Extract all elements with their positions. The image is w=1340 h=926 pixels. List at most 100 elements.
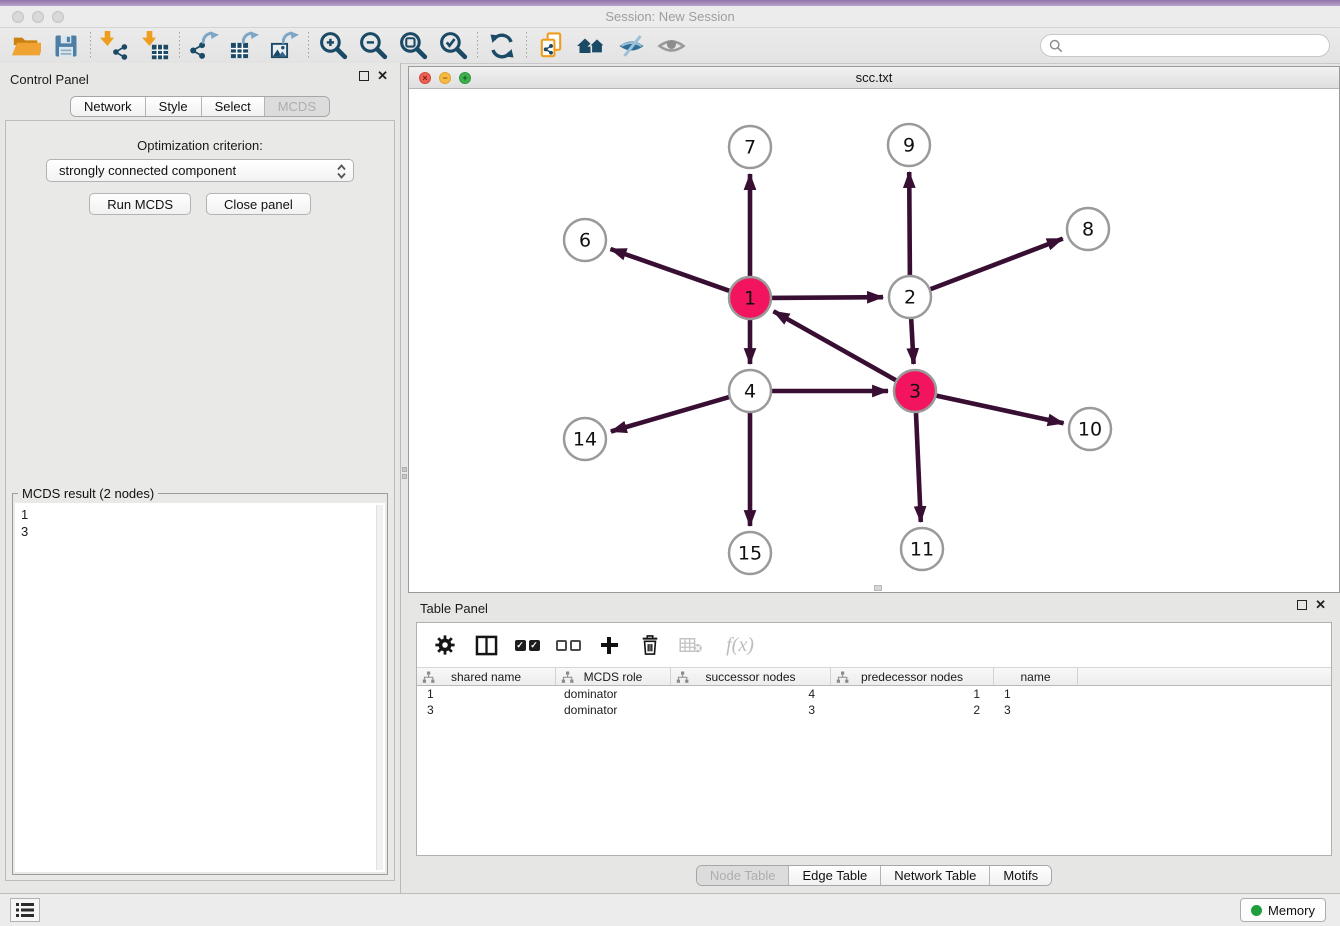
edge-1-6[interactable] <box>611 249 732 291</box>
first-neighbors-button[interactable] <box>571 30 611 62</box>
edge-3-1[interactable] <box>774 311 898 381</box>
graph-node-3[interactable]: 3 <box>894 370 936 412</box>
graph-node-7[interactable]: 7 <box>729 126 771 168</box>
graph-node-4[interactable]: 4 <box>729 370 771 412</box>
delete-column-button[interactable] <box>636 630 664 660</box>
edge-1-2[interactable] <box>770 297 883 298</box>
search-input[interactable] <box>1063 38 1321 53</box>
graph-node-10[interactable]: 10 <box>1069 408 1111 450</box>
application-window: Session: New Session <box>0 0 1340 926</box>
tab-style[interactable]: Style <box>146 97 202 116</box>
import-table-button[interactable] <box>135 30 175 62</box>
table-toolbar: ✓ ✓ <box>417 623 1331 667</box>
export-network-button[interactable] <box>184 30 224 62</box>
float-panel-button[interactable] <box>359 71 369 81</box>
cell-successor-nodes[interactable]: 4 <box>671 686 831 702</box>
refresh-view-button[interactable] <box>482 30 522 62</box>
cell-mcds-role[interactable]: dominator <box>556 686 671 702</box>
cell-shared-name[interactable]: 3 <box>417 702 556 718</box>
edge-3-10[interactable] <box>935 395 1064 423</box>
tab-node-table[interactable]: Node Table <box>697 866 790 885</box>
tab-mcds[interactable]: MCDS <box>265 97 329 116</box>
cell-name[interactable]: 1 <box>994 686 1078 702</box>
memory-button[interactable]: Memory <box>1240 898 1326 922</box>
cell-successor-nodes[interactable]: 3 <box>671 702 831 718</box>
task-history-button[interactable] <box>10 898 40 922</box>
save-session-button[interactable] <box>46 30 86 62</box>
column-header-successor-nodes[interactable]: successor nodes <box>671 668 831 685</box>
tab-motifs[interactable]: Motifs <box>990 866 1051 885</box>
zoom-selected-button[interactable] <box>433 30 473 62</box>
plus-icon <box>601 637 618 654</box>
graph-node-9[interactable]: 9 <box>888 124 930 166</box>
network-graph[interactable]: 1 2 3 4 6 7 8 9 10 11 14 15 <box>409 89 1339 592</box>
cell-predecessor-nodes[interactable]: 2 <box>831 702 994 718</box>
column-header-name[interactable]: name <box>994 668 1078 685</box>
graph-node-8[interactable]: 8 <box>1067 208 1109 250</box>
graph-node-1[interactable]: 1 <box>729 277 771 319</box>
function-builder-button[interactable]: f(x) <box>718 630 762 660</box>
cell-predecessor-nodes[interactable]: 1 <box>831 686 994 702</box>
close-panel-button[interactable]: ✕ <box>377 71 388 81</box>
split-panel-button[interactable] <box>472 630 500 660</box>
column-label: MCDS role <box>584 670 643 684</box>
graph-node-14[interactable]: 14 <box>564 418 606 460</box>
new-network-from-selection-button[interactable] <box>531 30 571 62</box>
column-header-mcds-role[interactable]: MCDS role <box>556 668 671 685</box>
criterion-dropdown[interactable]: strongly connected component <box>46 159 354 182</box>
toolbar-separator <box>308 32 309 60</box>
bottom-splitter-grip[interactable] <box>874 585 882 591</box>
cell-name[interactable]: 3 <box>994 702 1078 718</box>
toolbar-separator <box>526 32 527 60</box>
control-panel-title: Control Panel <box>10 72 89 87</box>
tab-select[interactable]: Select <box>202 97 265 116</box>
import-network-button[interactable] <box>95 30 135 62</box>
tab-network[interactable]: Network <box>71 97 146 116</box>
float-table-panel-button[interactable] <box>1297 600 1307 610</box>
add-column-button[interactable] <box>595 630 623 660</box>
zoom-in-button[interactable] <box>313 30 353 62</box>
tab-network-table[interactable]: Network Table <box>881 866 990 885</box>
edge-2-3[interactable] <box>911 317 914 364</box>
show-all-button[interactable] <box>651 30 691 62</box>
graph-node-2[interactable]: 2 <box>889 276 931 318</box>
export-arrow-icon <box>242 31 259 45</box>
search-field[interactable] <box>1040 34 1330 57</box>
run-mcds-button[interactable]: Run MCDS <box>89 193 191 215</box>
deselect-all-button[interactable] <box>554 630 582 660</box>
select-all-button[interactable]: ✓ ✓ <box>513 630 541 660</box>
export-image-button[interactable] <box>264 30 304 62</box>
close-table-panel-button[interactable]: ✕ <box>1315 600 1326 610</box>
graph-node-11[interactable]: 11 <box>901 528 943 570</box>
delete-table-icon <box>679 636 703 654</box>
result-scrollbar[interactable] <box>376 505 383 870</box>
column-label: name <box>1020 670 1050 684</box>
cell-mcds-role[interactable]: dominator <box>556 702 671 718</box>
table-row[interactable]: 3 dominator 3 2 3 <box>417 702 1331 718</box>
table-settings-button[interactable] <box>431 630 459 660</box>
hide-selected-button[interactable] <box>611 30 651 62</box>
edge-2-9[interactable] <box>909 172 910 277</box>
export-arrow-icon <box>282 31 299 45</box>
edge-3-11[interactable] <box>916 411 921 522</box>
network-canvas[interactable]: 1 2 3 4 6 7 8 9 10 11 14 15 <box>409 89 1339 592</box>
close-panel-button-inner[interactable]: Close panel <box>206 193 311 215</box>
edge-4-14[interactable] <box>611 397 731 432</box>
graph-node-15[interactable]: 15 <box>729 532 771 574</box>
table-row[interactable]: 1 dominator 4 1 1 <box>417 686 1331 702</box>
column-header-shared-name[interactable]: shared name <box>417 668 556 685</box>
graph-node-6[interactable]: 6 <box>564 219 606 261</box>
zoom-fit-button[interactable] <box>393 30 433 62</box>
cell-shared-name[interactable]: 1 <box>417 686 556 702</box>
tab-edge-table[interactable]: Edge Table <box>789 866 881 885</box>
delete-table-button[interactable] <box>677 630 705 660</box>
network-window-titlebar[interactable]: × − + scc.txt <box>409 67 1339 89</box>
zoom-out-button[interactable] <box>353 30 393 62</box>
table-panel-header: Table Panel ✕ <box>408 595 1340 621</box>
edge-2-8[interactable] <box>929 239 1063 290</box>
stepper-chevrons-icon <box>336 163 347 180</box>
column-header-predecessor-nodes[interactable]: predecessor nodes <box>831 668 994 685</box>
export-table-button[interactable] <box>224 30 264 62</box>
open-session-button[interactable] <box>6 30 46 62</box>
criterion-dropdown-value: strongly connected component <box>59 163 236 178</box>
